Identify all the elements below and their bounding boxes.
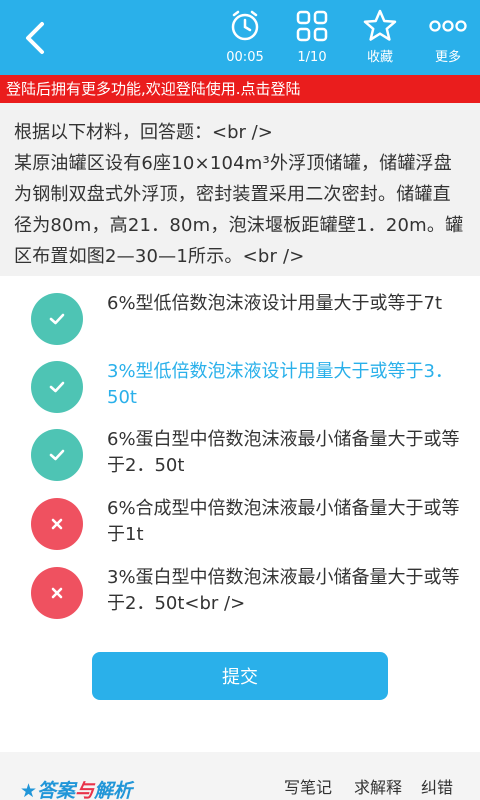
logo-text-c: 解析: [94, 780, 133, 800]
logo-text-a: ★答案: [20, 780, 76, 800]
question-body: 某原油罐区设有6座10×104m³外浮顶储罐，储罐浮盘为钢制双盘式外浮顶，密封装…: [14, 153, 464, 267]
check-icon: [31, 429, 83, 481]
footer-bar: ★答案与解析 写笔记 求解释 纠错: [0, 752, 480, 800]
cross-icon: [31, 567, 83, 619]
progress-label: 1/10: [297, 50, 327, 65]
timer-button[interactable]: 00:05: [210, 0, 280, 75]
check-icon: [31, 293, 83, 345]
option-text: 6%合成型中倍数泡沫液最小储备量大于或等于1t: [107, 498, 460, 545]
option-text: 6%蛋白型中倍数泡沫液最小储备量大于或等于2．50t: [107, 429, 460, 476]
favorite-button[interactable]: 收藏: [345, 0, 415, 75]
alarm-clock-icon: [225, 6, 265, 46]
option-text: 3%蛋白型中倍数泡沫液最小储备量大于或等于2．50t<br />: [107, 567, 460, 614]
login-notice-banner[interactable]: 登陆后拥有更多功能,欢迎登陆使用.点击登陆: [0, 75, 480, 103]
favorite-label: 收藏: [366, 50, 393, 65]
star-icon: [360, 6, 400, 46]
top-toolbar: 00:05 1/10 收藏 更多: [0, 0, 480, 75]
question-intro: 根据以下材料，回答题：<br />: [14, 122, 273, 143]
answer-analysis-logo[interactable]: ★答案与解析: [20, 776, 132, 800]
write-note-link[interactable]: 写笔记: [284, 774, 332, 798]
option-item-4[interactable]: 6%合成型中倍数泡沫液最小储备量大于或等于1t: [0, 488, 480, 558]
timer-label: 00:05: [226, 50, 264, 65]
more-button[interactable]: 更多: [413, 0, 480, 75]
option-item-1[interactable]: 6%型低倍数泡沫液设计用量大于或等于7t: [0, 281, 480, 351]
option-item-2[interactable]: 3%型低倍数泡沫液设计用量大于或等于3．50t: [0, 350, 480, 420]
chevron-left-icon: [26, 21, 44, 54]
back-button[interactable]: [0, 0, 70, 75]
cross-icon: [31, 498, 83, 550]
option-text: 6%型低倍数泡沫液设计用量大于或等于7t: [107, 293, 443, 314]
more-dots-icon: [428, 6, 468, 46]
logo-text-b: 与: [75, 780, 95, 800]
question-material: 根据以下材料，回答题：<br /> 某原油罐区设有6座10×104m³外浮顶储罐…: [0, 103, 480, 276]
report-error-link[interactable]: 纠错: [421, 774, 453, 798]
check-icon: [31, 361, 83, 413]
option-item-3[interactable]: 6%蛋白型中倍数泡沫液最小储备量大于或等于2．50t: [0, 419, 480, 489]
ask-explanation-link[interactable]: 求解释: [354, 774, 402, 798]
option-item-5[interactable]: 3%蛋白型中倍数泡沫液最小储备量大于或等于2．50t<br />: [0, 557, 480, 627]
grid-icon: [292, 6, 332, 46]
option-text: 3%型低倍数泡沫液设计用量大于或等于3．50t: [107, 361, 454, 408]
submit-button[interactable]: 提交: [92, 652, 388, 700]
progress-button[interactable]: 1/10: [277, 0, 347, 75]
more-label: 更多: [434, 50, 461, 65]
